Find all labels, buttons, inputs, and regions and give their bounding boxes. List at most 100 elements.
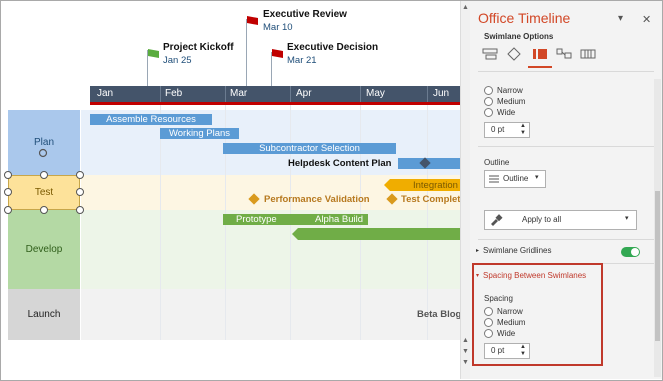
month-label: Feb: [165, 88, 183, 99]
milestone-label-performance[interactable]: Performance Validation: [264, 194, 370, 205]
month-divider: [160, 86, 161, 102]
tab-gridlines-icon[interactable]: [578, 45, 598, 63]
radio-button[interactable]: [484, 108, 493, 117]
gridline: [427, 105, 428, 340]
milestone-title: Executive Review: [263, 9, 347, 20]
expand-arrow-icon[interactable]: ▸: [476, 247, 479, 254]
task-bar-assemble-resources[interactable]: Assemble Resources: [90, 114, 212, 125]
swimlane-label-test[interactable]: Test: [8, 175, 80, 210]
tab-layout-icon[interactable]: [554, 45, 574, 63]
divider: [478, 146, 654, 147]
selection-handle[interactable]: [76, 206, 84, 214]
swimlane-label-launch[interactable]: Launch: [8, 289, 80, 340]
swimlane-label-text: Plan: [33, 137, 54, 148]
month-divider: [427, 86, 428, 102]
month-divider: [225, 86, 226, 102]
swimlane-launch-area: [81, 289, 460, 340]
task-label-helpdesk[interactable]: Helpdesk Content Plan: [288, 158, 391, 169]
task-bar-prototype[interactable]: Prototype Alpha Build: [223, 214, 368, 225]
flag-icon: [272, 49, 283, 58]
chevron-down-icon: ▾: [625, 215, 629, 222]
rotate-handle-icon[interactable]: [38, 148, 48, 158]
stepper-arrows-icon[interactable]: ▲ ▼: [520, 123, 526, 137]
month-divider: [360, 86, 361, 102]
task-label-integration: Integration: [413, 180, 458, 191]
task-label-alpha: Alpha Build: [315, 214, 364, 225]
highlight-box: [472, 263, 603, 366]
month-label: Apr: [296, 88, 312, 99]
chevron-down-icon: ▾: [535, 174, 539, 181]
task-bar-subcontractor-selection[interactable]: Subcontractor Selection: [223, 143, 396, 154]
today-bar: [90, 102, 460, 105]
month-label: Mar: [230, 88, 248, 99]
selection-handle[interactable]: [40, 206, 48, 214]
radio-medium[interactable]: Medium: [484, 97, 525, 106]
selection-handle[interactable]: [4, 188, 12, 196]
radio-label: Medium: [497, 97, 526, 106]
swimlane-label-text: Launch: [27, 309, 61, 320]
milestone-date: Mar 21: [287, 55, 317, 66]
stepper-value: 0 pt: [491, 125, 505, 134]
gridlines-toggle[interactable]: [621, 247, 640, 257]
scroll-up-icon[interactable]: ▲: [462, 4, 469, 11]
outline-label: Outline: [484, 158, 510, 167]
selection-handle[interactable]: [4, 171, 12, 179]
task-label-prototype: Prototype: [236, 214, 277, 225]
flag-icon: [247, 16, 258, 25]
slide-scrollbar[interactable]: ▲ ▲ ▼ ▼: [460, 1, 470, 379]
pane-title: Office Timeline: [478, 10, 571, 26]
tab-shape-icon[interactable]: [504, 45, 524, 63]
swimlane-label-develop[interactable]: Develop: [8, 210, 80, 289]
scroll-down-icon[interactable]: ▼: [462, 348, 469, 355]
task-bar-working-plans[interactable]: Working Plans: [160, 128, 239, 139]
tab-lane-title-icon[interactable]: [480, 45, 500, 63]
selection-handle[interactable]: [76, 171, 84, 179]
outline-button[interactable]: Outline ▾: [484, 170, 546, 188]
outline-lines-icon: [489, 175, 499, 183]
swimlane-label-text: Test: [34, 187, 54, 198]
milestone-date: Mar 10: [263, 22, 293, 33]
apply-button-label: Apply to all: [522, 215, 562, 224]
gridline: [160, 105, 161, 340]
tab-swimlane-icon[interactable]: [530, 45, 550, 63]
swimlane-label-text: Develop: [25, 244, 63, 255]
milestone-title: Project Kickoff: [163, 42, 234, 53]
month-label: Jan: [97, 88, 114, 99]
milestone-pole: [246, 19, 247, 86]
timescale-band[interactable]: Jan Feb Mar Apr May Jun: [90, 86, 460, 102]
pane-subtitle: Swimlane Options: [484, 32, 554, 41]
scroll-up-icon[interactable]: ▲: [462, 337, 469, 344]
paint-brush-icon: [491, 214, 503, 226]
flag-icon: [148, 49, 159, 58]
divider: [478, 71, 654, 72]
milestone-label-test-complete[interactable]: Test Complet: [401, 194, 460, 205]
active-tab-indicator: [528, 66, 552, 68]
task-bar-alpha-build[interactable]: [292, 228, 460, 240]
apply-to-all-button[interactable]: Apply to all ▾: [484, 210, 637, 230]
month-label: May: [366, 88, 385, 99]
radio-wide[interactable]: Wide: [484, 108, 515, 117]
radio-narrow[interactable]: Narrow: [484, 86, 523, 95]
month-label: Jun: [433, 88, 450, 99]
radio-label: Wide: [497, 108, 516, 117]
chevron-down-icon[interactable]: ▾: [618, 13, 623, 24]
radio-label: Narrow: [497, 86, 523, 95]
timeline-slide: Project Kickoff Jan 25 Executive Review …: [1, 1, 460, 379]
selection-handle[interactable]: [76, 188, 84, 196]
close-icon[interactable]: ✕: [642, 13, 651, 26]
month-divider: [290, 86, 291, 102]
outline-button-label: Outline: [503, 174, 529, 183]
task-label-beta[interactable]: Beta Blog: [417, 309, 460, 320]
swimlane-label-plan[interactable]: Plan: [8, 110, 80, 175]
milestone-date: Jan 25: [163, 55, 192, 66]
radio-button[interactable]: [484, 86, 493, 95]
radio-button[interactable]: [484, 97, 493, 106]
spacing-stepper-top[interactable]: 0 pt ▲ ▼: [484, 122, 530, 138]
scroll-down-icon[interactable]: ▼: [462, 359, 469, 366]
milestone-title: Executive Decision: [287, 42, 379, 53]
divider: [478, 239, 654, 240]
selection-handle[interactable]: [4, 206, 12, 214]
pane-scrollbar-thumb[interactable]: [655, 191, 660, 341]
selection-handle[interactable]: [40, 171, 48, 179]
gridlines-label: Swimlane Gridlines: [483, 246, 552, 255]
